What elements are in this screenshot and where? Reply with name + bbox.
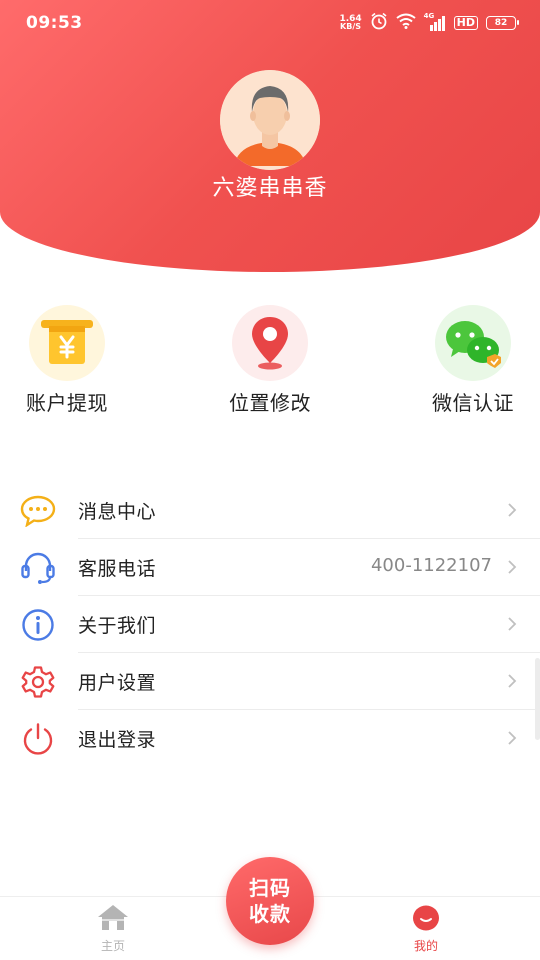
scan-to-collect-button[interactable]: 扫码 收款 [226,857,314,945]
location-pin-icon [232,305,308,381]
net-speed: 1.64 KB/S [339,15,361,31]
menu-item-messages[interactable]: 消息中心 [0,482,540,539]
menu-item-customer-service[interactable]: 客服电话 400-1122107 [0,539,540,596]
hd-icon: HD [453,16,478,30]
quick-action-label: 位置修改 [229,391,311,415]
quick-action-withdraw[interactable]: 账户提现 [0,305,157,416]
battery-icon: 82 [486,16,519,30]
yuan-withdraw-icon [29,305,105,381]
menu-item-label: 客服电话 [78,558,157,580]
settings-menu: 消息中心 客服电话 400-1122107 关于我们 用户设置 退出登录 [0,482,540,767]
service-phone-number: 400-1122107 [370,555,492,576]
info-icon [20,608,56,642]
net-speed-unit: KB/S [340,22,362,31]
quick-action-location[interactable]: 位置修改 [180,305,360,416]
tab-profile[interactable]: 我的 [376,903,476,954]
menu-item-logout[interactable]: 退出登录 [0,710,540,767]
chevron-right-icon [504,728,520,748]
tab-label: 主页 [100,939,125,953]
scan-button-line2: 收款 [249,902,291,926]
menu-item-about[interactable]: 关于我们 [0,596,540,653]
scan-button-line1: 扫码 [249,876,291,900]
status-icons: 1.64 KB/S 4G HD 82 [339,12,519,34]
signal-icon: 4G [424,12,446,31]
menu-item-label: 关于我们 [78,615,157,637]
username: 六婆串串香 [212,176,328,201]
tab-label: 我的 [413,939,438,953]
wechat-verified-icon [435,305,511,381]
wifi-icon [396,13,416,33]
scrollbar[interactable] [535,658,540,740]
avatar[interactable] [220,70,320,170]
status-bar: 09:53 1.64 KB/S 4G HD 82 [0,0,540,48]
quick-action-label: 微信认证 [432,391,514,415]
chevron-right-icon [504,557,520,577]
menu-item-label: 消息中心 [78,501,157,523]
tab-home[interactable]: 主页 [63,903,163,954]
home-icon [96,903,130,935]
profile-icon [411,903,441,935]
chevron-right-icon [504,671,520,691]
menu-item-label: 退出登录 [78,729,157,751]
headset-icon [20,551,56,585]
quick-action-wechat[interactable]: 微信认证 [383,305,540,416]
quick-actions: 账户提现 位置修改 微信认证 [0,305,540,425]
status-time: 09:53 [26,13,83,33]
quick-action-label: 账户提现 [26,391,108,415]
chevron-right-icon [504,614,520,634]
profile-header: 09:53 1.64 KB/S 4G HD 82 六婆串串香 [0,0,540,272]
gear-icon [20,665,56,699]
battery-level: 82 [494,18,508,28]
power-icon [20,722,56,756]
chevron-right-icon [504,500,520,520]
alarm-icon [370,12,388,34]
menu-item-label: 用户设置 [78,672,157,694]
menu-item-user-settings[interactable]: 用户设置 [0,653,540,710]
message-bubble-icon [20,494,56,528]
